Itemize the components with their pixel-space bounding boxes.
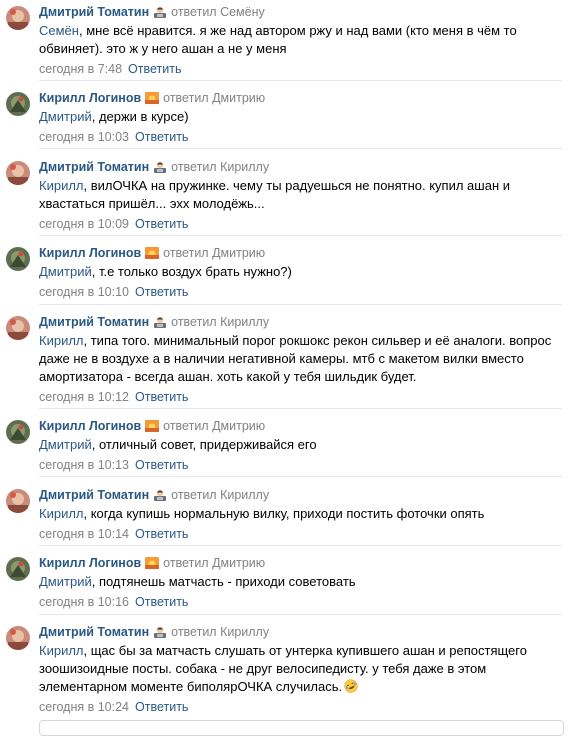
- reply-button[interactable]: Ответить: [128, 62, 181, 76]
- author-name[interactable]: Дмитрий Томатин: [39, 315, 149, 329]
- mention-link[interactable]: Семён: [39, 23, 79, 38]
- comment-date[interactable]: сегодня в 10:09: [39, 217, 129, 231]
- comment-date[interactable]: сегодня в 10:13: [39, 458, 129, 472]
- technologist-emoji-icon: [153, 489, 167, 501]
- comment-text: Кирилл, щас бы за матчасть слушать от ун…: [39, 643, 527, 694]
- comment-text: Дмитрий, держи в курсе): [39, 109, 189, 124]
- comment-date[interactable]: сегодня в 10:03: [39, 130, 129, 144]
- replied-to: ответил Кириллу: [171, 315, 270, 329]
- avatar[interactable]: [6, 420, 30, 444]
- reply-button[interactable]: Ответить: [135, 217, 188, 231]
- divider: [39, 148, 562, 149]
- divider: [39, 545, 562, 546]
- sunset-emoji-icon: [145, 92, 160, 104]
- reply-button[interactable]: Ответить: [135, 458, 188, 472]
- sunset-emoji-icon: [145, 247, 160, 259]
- divider: [39, 304, 562, 305]
- avatar[interactable]: [6, 92, 30, 116]
- comment-text: Дмитрий, отличный совет, придерживайся е…: [39, 437, 317, 452]
- replied-to: ответил Кириллу: [171, 160, 270, 174]
- mention-link[interactable]: Кирилл: [39, 333, 84, 348]
- avatar[interactable]: [6, 247, 30, 271]
- technologist-emoji-icon: [153, 626, 167, 638]
- author-name[interactable]: Кирилл Логинов: [39, 246, 141, 260]
- divider: [39, 80, 562, 81]
- replied-to: ответил Дмитрию: [163, 246, 266, 260]
- comment-date[interactable]: сегодня в 10:14: [39, 527, 129, 541]
- comment-text: Кирилл, когда купишь нормальную вилку, п…: [39, 506, 485, 521]
- reply-button[interactable]: Ответить: [135, 130, 188, 144]
- sunset-emoji-icon: [145, 557, 160, 569]
- replied-to: ответил Семёну: [171, 5, 265, 19]
- replied-to: ответил Дмитрию: [163, 556, 266, 570]
- mention-link[interactable]: Кирилл: [39, 643, 84, 658]
- rofl-emoji-icon: [344, 679, 358, 693]
- comment-text: Дмитрий, т.е только воздух брать нужно?): [39, 264, 292, 279]
- reply-button[interactable]: Ответить: [135, 700, 188, 714]
- reply-button[interactable]: Ответить: [135, 527, 188, 541]
- author-name[interactable]: Дмитрий Томатин: [39, 5, 149, 19]
- mention-link[interactable]: Дмитрий: [39, 437, 92, 452]
- mention-link[interactable]: Дмитрий: [39, 264, 92, 279]
- author-name[interactable]: Дмитрий Томатин: [39, 625, 149, 639]
- comment-date[interactable]: сегодня в 7:48: [39, 62, 122, 76]
- comment-text: Дмитрий, подтянешь матчасть - приходи со…: [39, 574, 356, 589]
- replied-to: ответил Дмитрию: [163, 419, 266, 433]
- avatar[interactable]: [6, 626, 30, 650]
- divider: [39, 408, 562, 409]
- avatar[interactable]: [6, 489, 30, 513]
- avatar[interactable]: [6, 557, 30, 581]
- reply-button[interactable]: Ответить: [135, 390, 188, 404]
- comment-text: Кирилл, вилОЧКА на пружинке. чему ты рад…: [39, 178, 510, 211]
- comment-text: Семён, мне всё нравится. я же над авторо…: [39, 23, 517, 56]
- technologist-emoji-icon: [153, 6, 167, 18]
- author-name[interactable]: Кирилл Логинов: [39, 91, 141, 105]
- replied-to: ответил Кириллу: [171, 625, 270, 639]
- replied-to: ответил Дмитрию: [163, 91, 266, 105]
- sunset-emoji-icon: [145, 420, 160, 432]
- avatar[interactable]: [6, 161, 30, 185]
- replied-to: ответил Кириллу: [171, 488, 270, 502]
- comment-date[interactable]: сегодня в 10:16: [39, 595, 129, 609]
- comment-date[interactable]: сегодня в 10:24: [39, 700, 129, 714]
- avatar[interactable]: [6, 316, 30, 340]
- mention-link[interactable]: Дмитрий: [39, 574, 92, 589]
- mention-link[interactable]: Кирилл: [39, 178, 84, 193]
- author-name[interactable]: Дмитрий Томатин: [39, 488, 149, 502]
- divider: [39, 614, 562, 615]
- author-name[interactable]: Кирилл Логинов: [39, 419, 141, 433]
- author-name[interactable]: Дмитрий Томатин: [39, 160, 149, 174]
- mention-link[interactable]: Кирилл: [39, 506, 84, 521]
- reply-button[interactable]: Ответить: [135, 285, 188, 299]
- comment-text: Кирилл, типа того. минимальный порог рок…: [39, 333, 552, 384]
- divider: [39, 476, 562, 477]
- comment-date[interactable]: сегодня в 10:12: [39, 390, 129, 404]
- reply-button[interactable]: Ответить: [135, 595, 188, 609]
- technologist-emoji-icon: [153, 316, 167, 328]
- avatar[interactable]: [6, 6, 30, 30]
- comment-input-box[interactable]: [39, 720, 564, 736]
- mention-link[interactable]: Дмитрий: [39, 109, 92, 124]
- comment-date[interactable]: сегодня в 10:10: [39, 285, 129, 299]
- divider: [39, 235, 562, 236]
- author-name[interactable]: Кирилл Логинов: [39, 556, 141, 570]
- technologist-emoji-icon: [153, 161, 167, 173]
